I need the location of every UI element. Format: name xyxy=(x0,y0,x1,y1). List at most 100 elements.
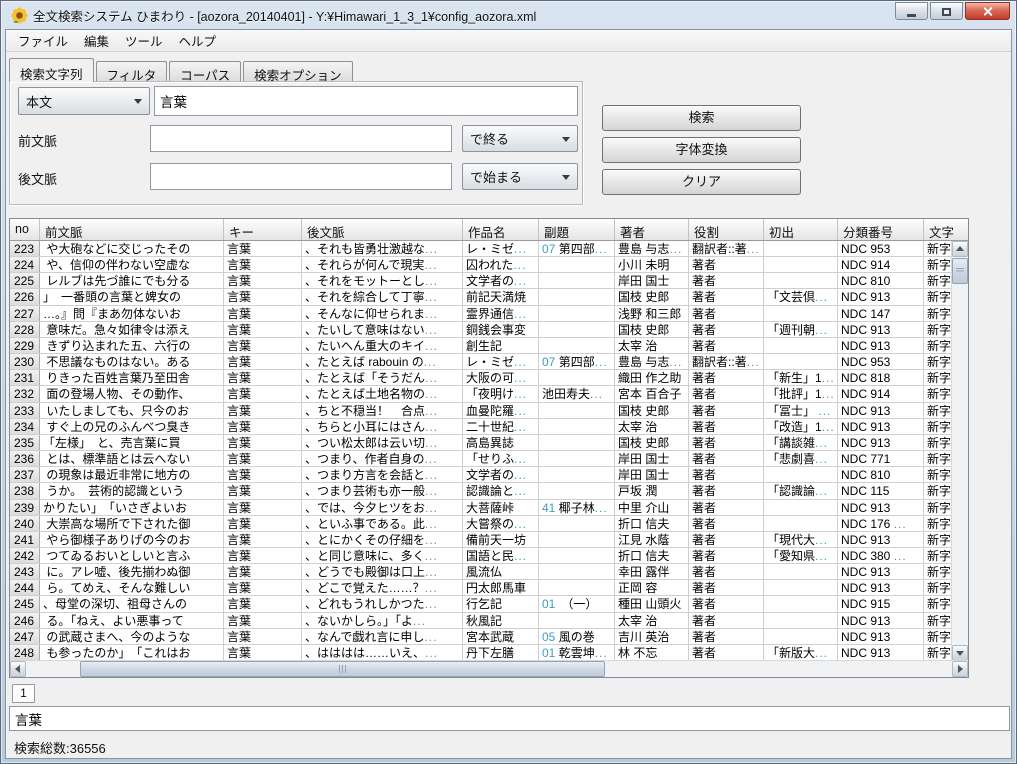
cell-no[interactable]: 224 xyxy=(10,257,40,272)
cell-work-title[interactable]: 高島異誌 xyxy=(463,435,539,450)
cell-ndc-number[interactable]: NDC 953 xyxy=(838,241,924,256)
cell-no[interactable]: 230 xyxy=(10,354,40,369)
cell-work-title[interactable]: 大阪の可... xyxy=(463,370,539,385)
cell-role[interactable]: 著者 xyxy=(689,629,764,644)
cell-pre-context[interactable]: いたしましても、只今のお xyxy=(40,403,224,418)
cell-pre-context[interactable]: 不思議なものはない。ある xyxy=(40,354,224,369)
minimize-button[interactable] xyxy=(895,2,928,20)
cell-pre-context[interactable]: の現象は最近非常に地方の xyxy=(40,467,224,482)
cell-no[interactable]: 244 xyxy=(10,580,40,595)
cell-role[interactable]: 著者 xyxy=(689,548,764,563)
cell-post-context[interactable]: 、つまり、作者自身の... xyxy=(302,451,463,466)
col-header-work-title[interactable]: 作品名 xyxy=(463,219,539,240)
cell-subtitle[interactable] xyxy=(539,451,615,466)
cell-author[interactable]: 折口 信夫 xyxy=(615,516,689,531)
cell-work-title[interactable]: 国語と民... xyxy=(463,548,539,563)
cell-author[interactable]: 正岡 容 xyxy=(615,580,689,595)
cell-first-publication[interactable]: 「愛知県... xyxy=(764,548,838,563)
cell-first-publication[interactable] xyxy=(764,516,838,531)
cell-subtitle[interactable] xyxy=(539,403,615,418)
cell-role[interactable]: 著者 xyxy=(689,338,764,353)
cell-no[interactable]: 231 xyxy=(10,370,40,385)
table-row[interactable]: 227…。』問『まあ勿体ないお言葉、そんなに仰せられま...霊界通信...浅野 … xyxy=(10,306,968,322)
cell-work-title[interactable]: 銅銭会事変 xyxy=(463,322,539,337)
cell-no[interactable]: 239 xyxy=(10,500,40,515)
clear-button[interactable]: クリア xyxy=(602,169,801,195)
cell-key[interactable]: 言葉 xyxy=(224,354,302,369)
vertical-scrollbar[interactable] xyxy=(951,241,968,661)
cell-post-context[interactable]: 、たいへん重大のキイ... xyxy=(302,338,463,353)
cell-author[interactable]: 小川 未明 xyxy=(615,257,689,272)
table-row[interactable]: 248 も参ったのか」 「これはお言葉、はははは……いえ、...丹下左膳01 乾… xyxy=(10,645,968,661)
col-header-subtitle[interactable]: 副題 xyxy=(539,219,615,240)
cell-role[interactable]: 著者 xyxy=(689,483,764,498)
cell-author[interactable]: 豊島 与志... xyxy=(615,241,689,256)
cell-first-publication[interactable]: 「文芸倶... xyxy=(764,289,838,304)
selected-key-field[interactable] xyxy=(9,706,1010,731)
cell-first-publication[interactable]: 「悲劇喜... xyxy=(764,451,838,466)
cell-role[interactable]: 著者 xyxy=(689,580,764,595)
cell-ndc-number[interactable]: NDC 913 xyxy=(838,403,924,418)
col-header-char-type[interactable]: 文字 xyxy=(924,219,968,240)
cell-work-title[interactable]: 認識論と... xyxy=(463,483,539,498)
cell-key[interactable]: 言葉 xyxy=(224,467,302,482)
cell-key[interactable]: 言葉 xyxy=(224,645,302,660)
cell-ndc-number[interactable]: NDC 913 xyxy=(838,435,924,450)
cell-key[interactable]: 言葉 xyxy=(224,289,302,304)
cell-first-publication[interactable] xyxy=(764,580,838,595)
cell-subtitle[interactable] xyxy=(539,419,615,434)
cell-post-context[interactable]: 、どこで覚えた……？... xyxy=(302,580,463,595)
menu-item-tools[interactable]: ツール xyxy=(117,29,171,52)
cell-ndc-number[interactable]: NDC 115 xyxy=(838,483,924,498)
cell-pre-context[interactable]: りきった百姓言葉乃至田舎 xyxy=(40,370,224,385)
cell-pre-context[interactable]: つてゐるおいとしいと言ふ xyxy=(40,548,224,563)
table-row[interactable]: 245、母堂の深切、祖母さんの言葉、どれもうれしかつた...行乞記01 （一）種… xyxy=(10,596,968,612)
cell-first-publication[interactable]: 「講談雑... xyxy=(764,435,838,450)
cell-author[interactable]: 岸田 国士 xyxy=(615,467,689,482)
cell-post-context[interactable]: 、そんなに仰せられま... xyxy=(302,306,463,321)
cell-key[interactable]: 言葉 xyxy=(224,613,302,628)
cell-key[interactable]: 言葉 xyxy=(224,483,302,498)
cell-no[interactable]: 238 xyxy=(10,483,40,498)
cell-ndc-number[interactable]: NDC 913 xyxy=(838,532,924,547)
cell-role[interactable]: 著者 xyxy=(689,516,764,531)
cell-ndc-number[interactable]: NDC 913 xyxy=(838,500,924,515)
cell-pre-context[interactable]: も参ったのか」 「これはお xyxy=(40,645,224,660)
cell-first-publication[interactable]: 「現代大... xyxy=(764,532,838,547)
cell-key[interactable]: 言葉 xyxy=(224,338,302,353)
close-button[interactable] xyxy=(965,2,1010,20)
col-header-no[interactable]: no xyxy=(10,219,40,240)
cell-post-context[interactable]: 、ちと不穏当！ 合点... xyxy=(302,403,463,418)
cell-no[interactable]: 245 xyxy=(10,596,40,611)
cell-post-context[interactable]: 、ちらと小耳にはさん... xyxy=(302,419,463,434)
cell-key[interactable]: 言葉 xyxy=(224,241,302,256)
cell-first-publication[interactable] xyxy=(764,564,838,579)
cell-role[interactable]: 著者 xyxy=(689,613,764,628)
cell-ndc-number[interactable]: NDC 913 xyxy=(838,564,924,579)
table-row[interactable]: 233 いたしましても、只今のお言葉、ちと不穏当！ 合点...血曼陀羅...国枝… xyxy=(10,403,968,419)
cell-key[interactable]: 言葉 xyxy=(224,370,302,385)
cell-key[interactable]: 言葉 xyxy=(224,516,302,531)
scroll-right-button[interactable] xyxy=(952,661,968,677)
cell-role[interactable]: 著者 xyxy=(689,386,764,401)
cell-role[interactable]: 著者 xyxy=(689,370,764,385)
cell-post-context[interactable]: 、では、今夕ヒツをお... xyxy=(302,500,463,515)
cell-pre-context[interactable]: すぐ上の兄のふんべつ臭き xyxy=(40,419,224,434)
cell-post-context[interactable]: 、それも皆勇壮激越な... xyxy=(302,241,463,256)
cell-work-title[interactable]: 「夜明け... xyxy=(463,386,539,401)
cell-first-publication[interactable] xyxy=(764,257,838,272)
cell-pre-context[interactable]: 」 一番頭の言葉と婢女の xyxy=(40,289,224,304)
table-row[interactable]: 244 ら。てめえ、そんな難しい言葉、どこで覚えた……？...円太郎馬車正岡 容… xyxy=(10,580,968,596)
cell-author[interactable]: 国枝 史郎 xyxy=(615,435,689,450)
cell-subtitle[interactable]: 05 風の巻 xyxy=(539,629,615,644)
cell-key[interactable]: 言葉 xyxy=(224,500,302,515)
cell-author[interactable]: 太宰 治 xyxy=(615,419,689,434)
cell-pre-context[interactable]: かりたい」 「いさぎよいお xyxy=(40,500,224,515)
cell-subtitle[interactable] xyxy=(539,338,615,353)
table-row[interactable]: 239かりたい」 「いさぎよいお言葉、では、今夕ヒツをお...大菩薩峠41 椰子… xyxy=(10,500,968,516)
cell-subtitle[interactable] xyxy=(539,532,615,547)
search-button[interactable]: 検索 xyxy=(602,105,801,131)
cell-work-title[interactable]: 囚われた... xyxy=(463,257,539,272)
cell-role[interactable]: 著者 xyxy=(689,467,764,482)
cell-ndc-number[interactable]: NDC 380 ... xyxy=(838,548,924,563)
